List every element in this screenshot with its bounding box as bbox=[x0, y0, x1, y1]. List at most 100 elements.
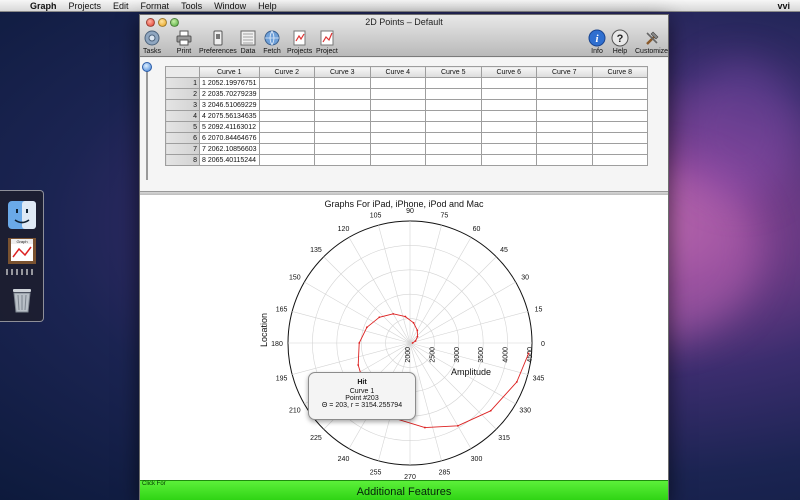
table-cell[interactable] bbox=[536, 132, 593, 144]
fetch-button[interactable]: Fetch bbox=[263, 29, 281, 55]
row-number[interactable]: 4 bbox=[165, 110, 200, 122]
table-cell[interactable] bbox=[258, 154, 315, 166]
table-cell[interactable] bbox=[480, 88, 537, 100]
table-cell[interactable] bbox=[480, 99, 537, 111]
table-cell[interactable] bbox=[258, 121, 315, 133]
additional-features-banner[interactable]: Click For Additional Features bbox=[140, 480, 668, 500]
table-cell[interactable]: 6 2070.84464676 bbox=[199, 132, 260, 144]
row-number[interactable]: 7 bbox=[165, 143, 200, 155]
title-bar[interactable]: 2D Points – Default Tasks Print Preferen… bbox=[140, 15, 668, 57]
table-cell[interactable]: 7 2062.10856603 bbox=[199, 143, 260, 155]
table-cell[interactable] bbox=[314, 143, 371, 155]
trash-icon[interactable] bbox=[6, 283, 38, 315]
table-cell[interactable] bbox=[480, 77, 537, 89]
table-cell[interactable] bbox=[258, 143, 315, 155]
table-cell[interactable] bbox=[258, 132, 315, 144]
row-number[interactable]: 1 bbox=[165, 77, 200, 89]
table-cell[interactable] bbox=[425, 143, 482, 155]
table-cell[interactable] bbox=[258, 77, 315, 89]
table-cell[interactable] bbox=[369, 99, 426, 111]
row-number[interactable]: 8 bbox=[165, 154, 200, 166]
table-cell[interactable] bbox=[536, 77, 593, 89]
table-cell[interactable] bbox=[425, 88, 482, 100]
table-cell[interactable] bbox=[591, 88, 648, 100]
table-cell[interactable] bbox=[314, 121, 371, 133]
table-cell[interactable] bbox=[591, 77, 648, 89]
tasks-button[interactable]: Tasks bbox=[143, 29, 161, 55]
table-cell[interactable] bbox=[591, 121, 648, 133]
table-cell[interactable] bbox=[536, 110, 593, 122]
table-cell[interactable] bbox=[314, 88, 371, 100]
column-header[interactable]: Curve 3 bbox=[314, 66, 371, 78]
table-cell[interactable] bbox=[480, 110, 537, 122]
table-cell[interactable] bbox=[369, 77, 426, 89]
menu-tools[interactable]: Tools bbox=[175, 0, 208, 12]
row-number[interactable]: 2 bbox=[165, 88, 200, 100]
table-cell[interactable] bbox=[258, 88, 315, 100]
table-cell[interactable] bbox=[536, 143, 593, 155]
table-cell[interactable] bbox=[258, 99, 315, 111]
data-button[interactable]: Data bbox=[239, 29, 257, 55]
table-cell[interactable] bbox=[536, 154, 593, 166]
menu-user[interactable]: vvi bbox=[777, 1, 800, 11]
table-cell[interactable] bbox=[314, 99, 371, 111]
column-header[interactable]: Curve 7 bbox=[536, 66, 593, 78]
table-cell[interactable] bbox=[425, 121, 482, 133]
table-cell[interactable]: 2 2035.70279239 bbox=[199, 88, 260, 100]
table-cell[interactable] bbox=[369, 132, 426, 144]
table-cell[interactable]: 4 2075.56134635 bbox=[199, 110, 260, 122]
table-cell[interactable] bbox=[314, 132, 371, 144]
table-cell[interactable] bbox=[480, 154, 537, 166]
table-cell[interactable] bbox=[314, 154, 371, 166]
table-cell[interactable] bbox=[536, 99, 593, 111]
table-cell[interactable] bbox=[591, 110, 648, 122]
table-cell[interactable] bbox=[480, 143, 537, 155]
menu-projects[interactable]: Projects bbox=[63, 0, 108, 12]
column-header[interactable]: Curve 6 bbox=[480, 66, 537, 78]
customize-button[interactable]: Customize bbox=[635, 29, 668, 55]
menu-help[interactable]: Help bbox=[252, 0, 283, 12]
table-cell[interactable] bbox=[369, 110, 426, 122]
menu-window[interactable]: Window bbox=[208, 0, 252, 12]
table-cell[interactable] bbox=[369, 88, 426, 100]
table-cell[interactable] bbox=[480, 121, 537, 133]
column-header[interactable]: Curve 4 bbox=[369, 66, 426, 78]
table-cell[interactable] bbox=[591, 99, 648, 111]
preferences-button[interactable]: Preferences bbox=[199, 29, 237, 55]
row-number[interactable]: 3 bbox=[165, 99, 200, 111]
table-cell[interactable] bbox=[425, 99, 482, 111]
table-cell[interactable]: 3 2046.51069229 bbox=[199, 99, 260, 111]
table-cell[interactable] bbox=[591, 154, 648, 166]
table-cell[interactable]: 8 2065.40115244 bbox=[199, 154, 260, 166]
table-cell[interactable] bbox=[258, 110, 315, 122]
info-button[interactable]: i Info bbox=[588, 29, 606, 55]
table-cell[interactable] bbox=[425, 132, 482, 144]
column-header[interactable]: Curve 5 bbox=[425, 66, 482, 78]
table-cell[interactable] bbox=[314, 77, 371, 89]
polar-chart[interactable]: 0 15 30 45 60 75 90 105 120 135 150 165 180 195 210 225… bbox=[140, 195, 668, 480]
table-cell[interactable] bbox=[591, 143, 648, 155]
table-cell[interactable]: 1 2052.19976751 bbox=[199, 77, 260, 89]
column-header[interactable]: Curve 1 bbox=[199, 66, 260, 78]
menu-edit[interactable]: Edit bbox=[107, 0, 135, 12]
column-header[interactable]: Curve 8 bbox=[591, 66, 648, 78]
menu-format[interactable]: Format bbox=[135, 0, 176, 12]
row-slider[interactable] bbox=[142, 62, 152, 182]
projects-button[interactable]: Projects bbox=[287, 29, 312, 55]
project-button[interactable]: Project bbox=[316, 29, 338, 55]
table-cell[interactable] bbox=[425, 77, 482, 89]
table-cell[interactable] bbox=[425, 154, 482, 166]
help-button[interactable]: ? Help bbox=[611, 29, 629, 55]
table-cell[interactable]: 5 2092.41163012 bbox=[199, 121, 260, 133]
table-cell[interactable] bbox=[480, 132, 537, 144]
graph-app-icon[interactable]: Graph bbox=[6, 235, 38, 267]
menu-app-name[interactable]: Graph bbox=[24, 0, 63, 12]
row-slider-knob[interactable] bbox=[142, 62, 152, 72]
row-number[interactable]: 5 bbox=[165, 121, 200, 133]
table-cell[interactable] bbox=[314, 110, 371, 122]
table-cell[interactable] bbox=[369, 154, 426, 166]
finder-icon[interactable] bbox=[6, 199, 38, 231]
table-cell[interactable] bbox=[536, 121, 593, 133]
column-header[interactable]: Curve 2 bbox=[258, 66, 315, 78]
table-cell[interactable] bbox=[369, 121, 426, 133]
